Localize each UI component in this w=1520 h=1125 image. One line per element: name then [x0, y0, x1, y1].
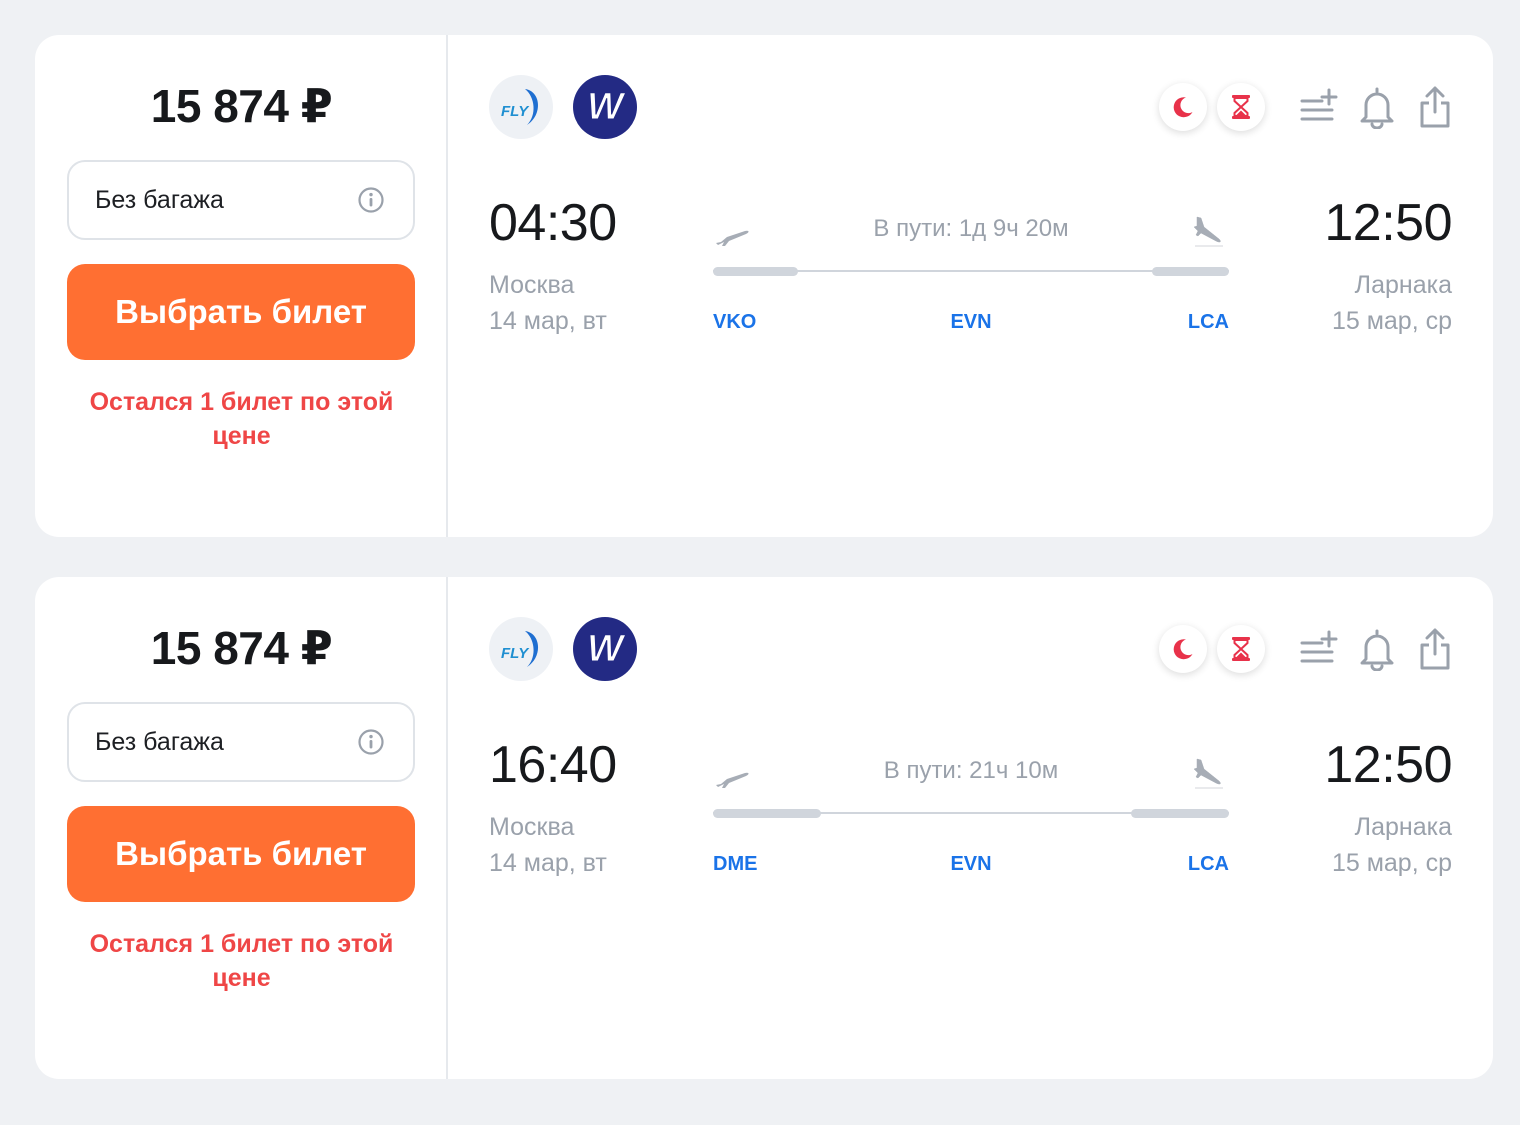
departure-time: 16:40	[489, 736, 617, 794]
w-logo-icon: W	[587, 86, 627, 129]
w-logo-text: W	[587, 86, 626, 128]
flight-duration: В пути: 21ч 10м	[883, 757, 1059, 784]
last-ticket-warning: Остался 1 билет по этой цене	[89, 388, 394, 450]
baggage-label: Без багажа	[95, 727, 224, 756]
departure-date: 14 мар, вт	[489, 849, 607, 877]
departure-city: Москва	[489, 813, 575, 841]
flight-segment	[713, 809, 821, 818]
flight-details: FLY W	[448, 577, 1493, 1079]
fly-logo-icon: FLY	[501, 89, 539, 125]
share-button[interactable]	[1413, 623, 1457, 675]
w-logo-icon: W	[587, 628, 627, 671]
arrival-date: 15 мар, ср	[1331, 307, 1452, 335]
landing-plane-icon	[1193, 216, 1223, 247]
choose-ticket-button[interactable]: Выбрать билет	[67, 806, 415, 902]
flight-duration: В пути: 1д 9ч 20м	[873, 215, 1069, 242]
last-ticket-warning: Остался 1 билет по этой цене	[89, 930, 394, 992]
choose-ticket-button[interactable]: Выбрать билет	[67, 264, 415, 360]
bell-icon	[1360, 87, 1394, 129]
moon-icon	[1173, 97, 1193, 118]
stopover-airport-code[interactable]: EVN	[713, 853, 1229, 876]
arrival-airport-code[interactable]: LCA	[1188, 311, 1229, 334]
share-icon	[1420, 86, 1450, 128]
arrival-city: Ларнака	[1354, 271, 1452, 299]
fly-logo-text: FLY	[501, 103, 530, 120]
flight-segment	[713, 267, 798, 276]
ticket-price: 15 874 ₽	[150, 80, 333, 132]
add-to-list-button[interactable]	[1296, 81, 1340, 133]
departure-city: Москва	[489, 271, 575, 299]
night-flight-badge[interactable]	[1159, 625, 1207, 673]
long-layover-badge[interactable]	[1217, 83, 1265, 131]
ticket-card[interactable]: 15 874 ₽ Без багажа Выбрать билет Осталс…	[35, 577, 1493, 1079]
info-icon[interactable]	[357, 186, 385, 214]
flight-details: FLY W	[448, 35, 1493, 537]
stopover-airport-code[interactable]: EVN	[713, 311, 1229, 334]
flight-segment	[1131, 809, 1229, 818]
price-alert-button[interactable]	[1355, 81, 1399, 133]
airline-logo-w: W	[573, 617, 637, 681]
airline-logo-fly: FLY	[489, 617, 553, 681]
airline-logo-w: W	[573, 75, 637, 139]
baggage-label: Без багажа	[95, 185, 224, 214]
add-to-list-icon	[1300, 88, 1338, 121]
hourglass-icon	[1232, 637, 1250, 661]
baggage-option[interactable]: Без багажа	[67, 702, 415, 782]
bell-icon	[1360, 629, 1394, 671]
w-logo-text: W	[587, 628, 626, 670]
arrival-city: Ларнака	[1354, 813, 1452, 841]
ticket-card[interactable]: 15 874 ₽ Без багажа Выбрать билет Осталс…	[35, 35, 1493, 537]
add-to-list-button[interactable]	[1296, 623, 1340, 675]
arrival-time: 12:50	[1324, 736, 1452, 794]
arrival-date: 15 мар, ср	[1331, 849, 1452, 877]
ticket-price: 15 874 ₽	[150, 622, 333, 674]
share-icon	[1420, 628, 1450, 670]
share-button[interactable]	[1413, 81, 1457, 133]
ticket-price-panel: 15 874 ₽ Без багажа Выбрать билет Осталс…	[35, 35, 448, 537]
add-to-list-icon	[1300, 630, 1338, 663]
flight-segment	[1152, 267, 1229, 276]
info-icon[interactable]	[357, 728, 385, 756]
arrival-airport-code[interactable]: LCA	[1188, 853, 1229, 876]
ticket-price-panel: 15 874 ₽ Без багажа Выбрать билет Осталс…	[35, 577, 448, 1079]
departure-time: 04:30	[489, 194, 617, 252]
airline-logo-fly: FLY	[489, 75, 553, 139]
price-alert-button[interactable]	[1355, 623, 1399, 675]
fly-logo-text: FLY	[501, 645, 530, 662]
baggage-option[interactable]: Без багажа	[67, 160, 415, 240]
hourglass-icon	[1232, 95, 1250, 119]
departure-date: 14 мар, вт	[489, 307, 607, 335]
arrival-time: 12:50	[1324, 194, 1452, 252]
fly-logo-icon: FLY	[501, 631, 539, 667]
moon-icon	[1173, 639, 1193, 660]
night-flight-badge[interactable]	[1159, 83, 1207, 131]
landing-plane-icon	[1193, 758, 1223, 789]
long-layover-badge[interactable]	[1217, 625, 1265, 673]
route-timeline: В пути: 1д 9ч 20м VKO EVN LCA	[713, 205, 1229, 345]
route-timeline: В пути: 21ч 10м DME EVN LCA	[713, 747, 1229, 887]
